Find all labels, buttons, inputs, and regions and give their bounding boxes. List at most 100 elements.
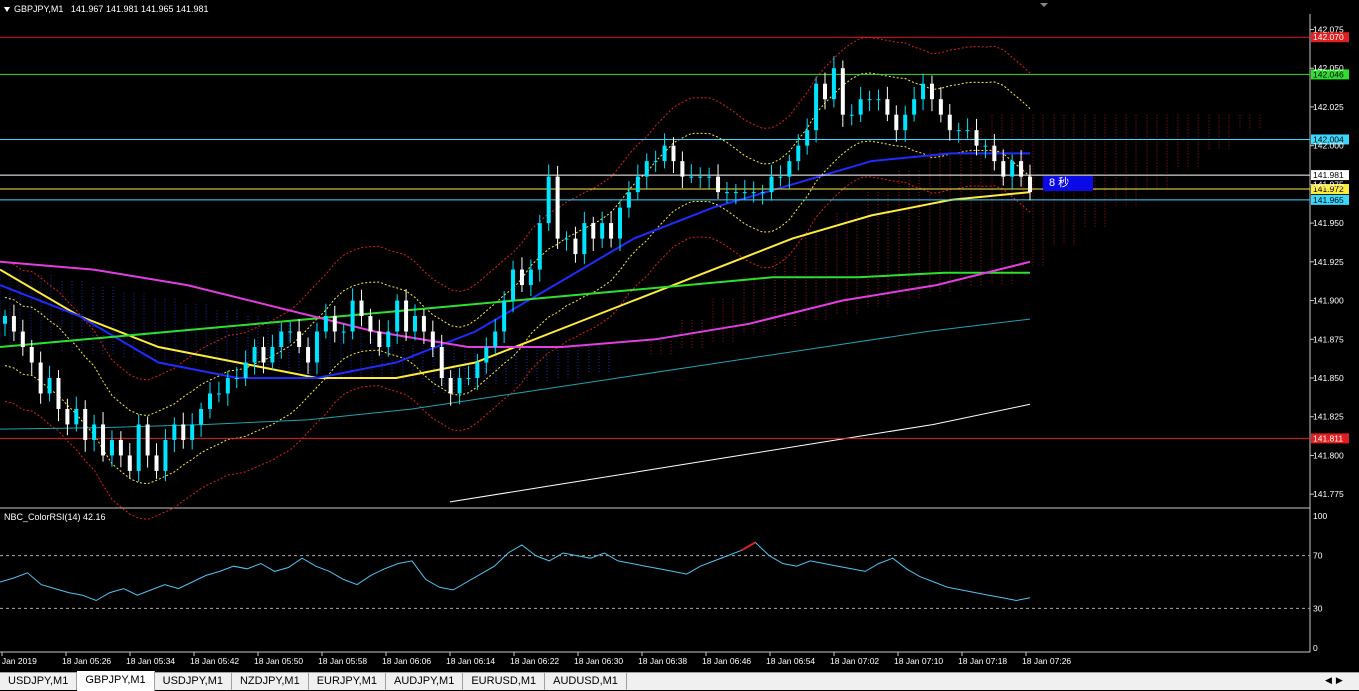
- candle-body: [83, 408, 88, 440]
- tab-eurusd-m1[interactable]: EURUSD,M1: [463, 673, 546, 690]
- tab-gbpjpy-m1[interactable]: GBPJPY,M1: [77, 671, 155, 691]
- candle-body: [74, 408, 79, 425]
- candle-body: [537, 223, 542, 270]
- tab-scroll[interactable]: ◀ ▶: [1325, 675, 1355, 687]
- time-tick-label: 18 Jan 05:58: [318, 656, 367, 666]
- price-tick-label: 142.050: [1313, 63, 1344, 73]
- tab-usdjpy-m1[interactable]: USDJPY,M1: [155, 673, 232, 690]
- ohlc-readout: 141.967 141.981 141.965 141.981: [70, 4, 209, 14]
- time-tick-label: 18 Jan 05:42: [190, 656, 239, 666]
- candle-body: [546, 176, 551, 224]
- candle-body: [154, 455, 159, 471]
- price-tick-label: 141.975: [1313, 179, 1344, 189]
- candle-body: [876, 99, 881, 101]
- candle-body: [38, 362, 43, 394]
- candle-body: [796, 145, 801, 162]
- candle-body: [600, 223, 605, 239]
- tab-eurjpy-m1[interactable]: EURJPY,M1: [309, 673, 387, 690]
- price-tick-label: 141.850: [1313, 373, 1344, 383]
- candle-body: [840, 68, 845, 115]
- candle-body: [974, 130, 979, 146]
- tab-audjpy-m1[interactable]: AUDJPY,M1: [386, 673, 464, 690]
- candle-body: [528, 269, 533, 286]
- candle-body: [314, 331, 319, 363]
- candle-body: [929, 83, 934, 100]
- candle-body: [190, 424, 195, 440]
- candle-body: [867, 99, 872, 101]
- candle-body: [787, 161, 792, 177]
- price-tick-label: 141.800: [1313, 450, 1344, 460]
- symbol-label: GBPJPY,M1: [14, 4, 64, 14]
- candle-body: [368, 316, 373, 332]
- candle-body: [377, 331, 382, 348]
- candle-body: [769, 176, 774, 193]
- candle-body: [252, 347, 257, 363]
- candle-body: [127, 455, 132, 471]
- time-tick-label: 18 Jan 05:34: [126, 656, 175, 666]
- candle-body: [965, 130, 970, 132]
- time-tick-label: 18 Jan 07:18: [958, 656, 1007, 666]
- candle-body: [823, 83, 827, 100]
- level-tag-label: 141.811: [1313, 433, 1343, 443]
- candle-body: [493, 331, 498, 348]
- candle-body: [742, 192, 747, 194]
- candle-body: [519, 269, 524, 286]
- time-tick-label: 18 Jan 06:38: [638, 656, 687, 666]
- rsi-axis-label: 0: [1313, 643, 1318, 653]
- candle-body: [858, 99, 863, 115]
- candle-body: [11, 316, 16, 332]
- time-tick-label: 18 Jan 07:02: [830, 656, 879, 666]
- candle-body: [145, 424, 150, 456]
- candle-body: [582, 223, 587, 255]
- time-tick-label: 18 Jan 06:46: [702, 656, 751, 666]
- price-tick-label: 141.950: [1313, 218, 1344, 228]
- candle-body: [404, 300, 409, 332]
- price-chart[interactable]: 142.070142.046142.004141.981141.972141.9…: [0, 0, 1359, 672]
- candle-body: [332, 316, 337, 332]
- candle-body: [297, 331, 302, 348]
- price-tick-label: 142.025: [1313, 102, 1344, 112]
- candle-body: [1010, 161, 1015, 177]
- price-tick-label: 142.000: [1313, 141, 1344, 151]
- candle-body: [751, 192, 756, 194]
- level-tag-label: 141.965: [1313, 195, 1344, 205]
- candle-body: [903, 114, 908, 131]
- candle-body: [626, 192, 631, 208]
- candle-body: [163, 439, 168, 471]
- candle-body: [47, 377, 52, 394]
- tab-usdjpy-m1[interactable]: USDJPY,M1: [0, 673, 78, 690]
- candle-body: [502, 300, 507, 332]
- candle-body: [109, 439, 114, 456]
- candle-body: [101, 424, 106, 456]
- candle-body: [573, 238, 578, 255]
- candle-body: [1028, 176, 1032, 193]
- price-tick-label: 141.925: [1313, 257, 1344, 267]
- candle-body: [644, 161, 649, 177]
- candle-body: [983, 145, 988, 147]
- candle-body: [323, 316, 328, 332]
- candle-body: [849, 114, 854, 116]
- scroll-left-icon[interactable]: ◀: [1325, 675, 1332, 687]
- candle-body: [448, 377, 453, 394]
- candle-body: [118, 439, 123, 456]
- candle-body: [511, 269, 516, 301]
- candle-body: [698, 176, 703, 178]
- time-tick-label: 18 Jan 07:26: [1022, 656, 1071, 666]
- scroll-right-icon[interactable]: ▶: [1336, 675, 1343, 687]
- candle-body: [457, 377, 462, 394]
- candle-body: [359, 300, 364, 317]
- tab-nzdjpy-m1[interactable]: NZDJPY,M1: [232, 673, 309, 690]
- candle-body: [208, 393, 212, 409]
- candle-body: [778, 176, 783, 178]
- candle-body: [3, 316, 7, 324]
- candle-body: [172, 424, 177, 440]
- candle-body: [564, 238, 569, 240]
- candle-body: [680, 161, 685, 177]
- candle-body: [92, 424, 97, 440]
- candle-body: [413, 316, 417, 332]
- chart-menu-icon[interactable]: [4, 7, 10, 12]
- candle-body: [814, 83, 819, 131]
- price-tick-label: 141.775: [1313, 489, 1344, 499]
- tab-audusd-m1[interactable]: AUDUSD,M1: [545, 673, 627, 690]
- candle-body: [912, 99, 917, 115]
